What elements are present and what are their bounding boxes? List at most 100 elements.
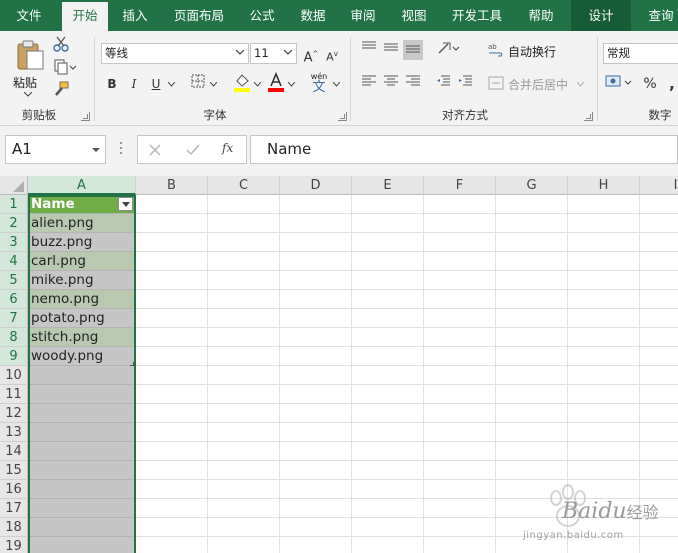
cell-b8[interactable]	[136, 328, 208, 347]
cell-f1[interactable]	[424, 195, 496, 214]
chevron-down-icon[interactable]	[210, 82, 217, 87]
cell-a10[interactable]	[28, 366, 136, 385]
row-header-13[interactable]: 13	[0, 423, 28, 442]
cell-c16[interactable]	[208, 480, 280, 499]
phonetic-guide-button[interactable]: wén 文	[308, 72, 330, 96]
formula-input[interactable]: Name	[250, 135, 678, 164]
cell-a15[interactable]	[28, 461, 136, 480]
underline-button[interactable]: U	[146, 74, 166, 94]
chevron-down-icon[interactable]	[288, 82, 295, 87]
decrease-indent-button[interactable]	[433, 74, 453, 94]
cell-c18[interactable]	[208, 518, 280, 537]
row-header-11[interactable]: 11	[0, 385, 28, 404]
row-header-16[interactable]: 16	[0, 480, 28, 499]
cell-h8[interactable]	[568, 328, 640, 347]
cell-a8[interactable]: stitch.png	[28, 328, 136, 347]
tab-design[interactable]: 设计	[571, 0, 631, 31]
cell-d12[interactable]	[280, 404, 352, 423]
cell-c14[interactable]	[208, 442, 280, 461]
cell-f12[interactable]	[424, 404, 496, 423]
cell-b15[interactable]	[136, 461, 208, 480]
cell-a3[interactable]: buzz.png	[28, 233, 136, 252]
row-header-2[interactable]: 2	[0, 214, 28, 233]
cell-d4[interactable]	[280, 252, 352, 271]
cell-d14[interactable]	[280, 442, 352, 461]
orientation-button[interactable]	[436, 40, 462, 60]
tab-help[interactable]: 帮助	[518, 0, 564, 31]
cell-e6[interactable]	[352, 290, 424, 309]
cell-d10[interactable]	[280, 366, 352, 385]
cell-b10[interactable]	[136, 366, 208, 385]
row-header-18[interactable]: 18	[0, 518, 28, 537]
cell-h13[interactable]	[568, 423, 640, 442]
cell-b16[interactable]	[136, 480, 208, 499]
cell-a4[interactable]: carl.png	[28, 252, 136, 271]
align-middle-button[interactable]	[381, 40, 401, 60]
row-header-19[interactable]: 19	[0, 537, 28, 553]
cell-g12[interactable]	[496, 404, 568, 423]
cell-f11[interactable]	[424, 385, 496, 404]
cell-d6[interactable]	[280, 290, 352, 309]
cell-b1[interactable]	[136, 195, 208, 214]
cell-b5[interactable]	[136, 271, 208, 290]
column-header-i[interactable]: I	[640, 176, 678, 195]
row-header-5[interactable]: 5	[0, 271, 28, 290]
cell-f19[interactable]	[424, 537, 496, 553]
align-bottom-button[interactable]	[403, 40, 423, 60]
cell-b11[interactable]	[136, 385, 208, 404]
cell-d18[interactable]	[280, 518, 352, 537]
cell-f13[interactable]	[424, 423, 496, 442]
name-box[interactable]: A1	[5, 135, 106, 164]
cell-i6[interactable]	[640, 290, 678, 309]
cell-d8[interactable]	[280, 328, 352, 347]
cell-d19[interactable]	[280, 537, 352, 553]
cell-c12[interactable]	[208, 404, 280, 423]
increase-indent-button[interactable]	[455, 74, 475, 94]
cell-g13[interactable]	[496, 423, 568, 442]
cell-i2[interactable]	[640, 214, 678, 233]
cell-h3[interactable]	[568, 233, 640, 252]
tab-data[interactable]: 数据	[290, 0, 336, 31]
align-top-button[interactable]	[359, 40, 379, 60]
font-launcher-icon[interactable]	[338, 112, 347, 121]
percent-style-button[interactable]: %	[640, 74, 660, 94]
row-header-17[interactable]: 17	[0, 499, 28, 518]
decrease-font-size-button[interactable]: Av	[322, 44, 342, 64]
cell-b7[interactable]	[136, 309, 208, 328]
row-header-12[interactable]: 12	[0, 404, 28, 423]
row-header-9[interactable]: 9	[0, 347, 28, 366]
tab-insert[interactable]: 插入	[112, 0, 158, 31]
table-resize-handle[interactable]	[130, 362, 134, 366]
increase-font-size-button[interactable]: A^	[301, 44, 321, 65]
cell-c13[interactable]	[208, 423, 280, 442]
cell-g3[interactable]	[496, 233, 568, 252]
cell-i4[interactable]	[640, 252, 678, 271]
cell-e13[interactable]	[352, 423, 424, 442]
cell-b12[interactable]	[136, 404, 208, 423]
cell-i10[interactable]	[640, 366, 678, 385]
fill-color-button[interactable]	[232, 72, 252, 92]
tab-view[interactable]: 视图	[391, 0, 437, 31]
tab-page-layout[interactable]: 页面布局	[164, 0, 234, 31]
cell-f14[interactable]	[424, 442, 496, 461]
cell-h5[interactable]	[568, 271, 640, 290]
row-header-7[interactable]: 7	[0, 309, 28, 328]
cell-h7[interactable]	[568, 309, 640, 328]
insert-function-button[interactable]: fx	[222, 141, 233, 155]
cell-i11[interactable]	[640, 385, 678, 404]
row-header-3[interactable]: 3	[0, 233, 28, 252]
cell-a16[interactable]	[28, 480, 136, 499]
align-right-button[interactable]	[403, 74, 423, 94]
cell-a14[interactable]	[28, 442, 136, 461]
cell-d11[interactable]	[280, 385, 352, 404]
cell-c17[interactable]	[208, 499, 280, 518]
tab-developer[interactable]: 开发工具	[442, 0, 512, 31]
cell-e7[interactable]	[352, 309, 424, 328]
cell-b19[interactable]	[136, 537, 208, 553]
cell-g6[interactable]	[496, 290, 568, 309]
cell-e4[interactable]	[352, 252, 424, 271]
cut-button[interactable]	[51, 36, 71, 56]
cell-a2[interactable]: alien.png	[28, 214, 136, 233]
cell-d13[interactable]	[280, 423, 352, 442]
cell-a9[interactable]: woody.png	[28, 347, 136, 366]
